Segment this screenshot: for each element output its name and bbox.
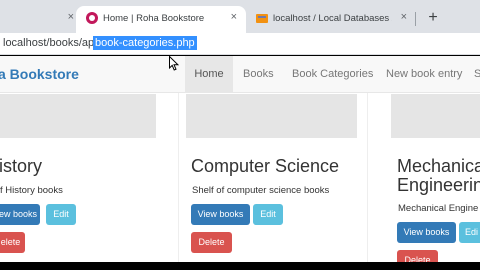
url-selected-text: book-categories.php bbox=[93, 36, 197, 50]
edit-button[interactable]: Edit bbox=[46, 204, 76, 225]
category-description: f History books bbox=[0, 185, 63, 196]
url-text: localhost/books/app/ bbox=[3, 37, 104, 49]
address-bar[interactable]: localhost/books/app/ book-categories.php bbox=[0, 33, 480, 55]
browser-tab-strip: × Home | Roha Bookstore × localhost / Lo… bbox=[0, 0, 480, 33]
tab-separator bbox=[415, 12, 416, 26]
edit-button[interactable]: Edi bbox=[459, 222, 480, 243]
category-title: istory bbox=[0, 156, 43, 176]
nav-new-book-entry[interactable]: New book entry bbox=[386, 56, 462, 93]
category-title-line1: Mechanica bbox=[397, 156, 480, 176]
nav-book-categories[interactable]: Book Categories bbox=[292, 56, 373, 93]
tab-close-icon[interactable]: × bbox=[401, 11, 407, 23]
edit-button[interactable]: Edit bbox=[253, 204, 283, 225]
category-description: Shelf of computer science books bbox=[192, 185, 330, 196]
nav-home[interactable]: Home bbox=[185, 56, 233, 93]
tab-title: Home | Roha Bookstore bbox=[103, 13, 205, 24]
site-navbar: a Bookstore Home Books Book Categories N… bbox=[0, 56, 480, 93]
view-books-button[interactable]: ew books bbox=[0, 204, 40, 225]
tab-close-icon[interactable]: × bbox=[231, 11, 237, 23]
new-tab-icon[interactable]: + bbox=[423, 8, 443, 28]
view-books-button[interactable]: View books bbox=[191, 204, 250, 225]
phpmyadmin-favicon-icon bbox=[256, 12, 268, 24]
tab-title: localhost / Local Databases / bo bbox=[273, 13, 392, 24]
browser-toolbar: localhost/books/app/ book-categories.php bbox=[0, 33, 480, 55]
card-image bbox=[391, 94, 480, 138]
roha-favicon-icon bbox=[86, 12, 98, 24]
browser-tab-phpmyadmin[interactable]: localhost / Local Databases / bo × bbox=[246, 6, 416, 33]
card-image bbox=[186, 94, 357, 138]
delete-button[interactable]: Delete bbox=[191, 232, 232, 253]
nav-more[interactable]: S bbox=[474, 56, 480, 93]
category-title-line2: Engineering bbox=[397, 175, 480, 195]
delete-button[interactable]: Delete bbox=[397, 250, 438, 262]
tab-close-icon[interactable]: × bbox=[68, 11, 74, 23]
column-divider bbox=[178, 93, 179, 262]
browser-tab-roha-bookstore[interactable]: Home | Roha Bookstore × bbox=[76, 6, 246, 33]
site-brand[interactable]: a Bookstore bbox=[0, 66, 79, 82]
browser-tab-previous[interactable]: × bbox=[0, 6, 82, 33]
category-description: Mechanical Engine bbox=[398, 203, 479, 214]
nav-books[interactable]: Books bbox=[243, 56, 274, 93]
column-divider bbox=[367, 93, 368, 262]
category-title: Computer Science bbox=[191, 156, 340, 176]
view-books-button[interactable]: View books bbox=[397, 222, 456, 243]
card-image bbox=[0, 94, 156, 138]
delete-button[interactable]: elete bbox=[0, 232, 25, 253]
web-page: a Bookstore Home Books Book Categories N… bbox=[0, 56, 480, 262]
